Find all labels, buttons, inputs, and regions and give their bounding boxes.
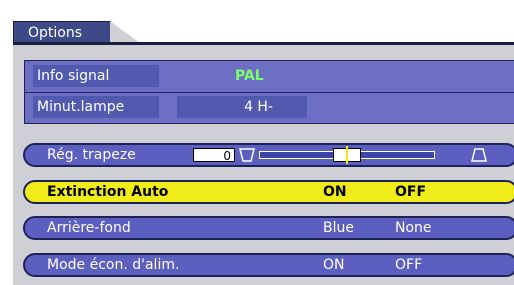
power-save-on-option[interactable]: ON <box>323 255 345 275</box>
tab-slope <box>110 21 140 43</box>
keystone-wide-top-icon <box>471 148 487 162</box>
power-save-label: Mode écon. d'alim. <box>47 257 180 273</box>
background-blue-option[interactable]: Blue <box>323 218 354 238</box>
auto-power-off-on-option[interactable]: ON <box>323 182 347 202</box>
keystone-slider-center-mark <box>346 146 348 164</box>
info-box: Info signal PAL Minut.lampe 4 H- <box>24 60 514 124</box>
keystone-narrow-top-icon <box>239 148 255 162</box>
auto-power-off-row[interactable]: Extinction Auto ON OFF <box>23 180 514 204</box>
lamp-label: Minut.lampe <box>33 96 159 118</box>
tab-divider <box>13 42 514 45</box>
background-none-option[interactable]: None <box>395 218 432 238</box>
keystone-value: 0 <box>193 148 235 163</box>
keystone-label: Rég. trapeze <box>47 147 136 163</box>
power-save-off-option[interactable]: OFF <box>395 255 422 275</box>
power-save-row[interactable]: Mode écon. d'alim. ON OFF <box>23 253 514 277</box>
keystone-slider-knob[interactable] <box>333 146 361 164</box>
auto-power-off-off-option[interactable]: OFF <box>395 182 426 202</box>
info-row-lamp: Minut.lampe 4 H- <box>25 92 514 123</box>
tab-options[interactable]: Options <box>13 21 111 43</box>
info-row-signal: Info signal PAL <box>25 61 514 93</box>
keystone-row[interactable]: Rég. trapeze 0 <box>23 143 514 167</box>
signal-label: Info signal <box>33 65 159 87</box>
background-label: Arrière-fond <box>47 220 131 236</box>
auto-power-off-label: Extinction Auto <box>47 184 169 200</box>
lamp-value: 4 H- <box>177 96 307 118</box>
signal-value: PAL <box>235 68 264 84</box>
background-row[interactable]: Arrière-fond Blue None <box>23 216 514 240</box>
